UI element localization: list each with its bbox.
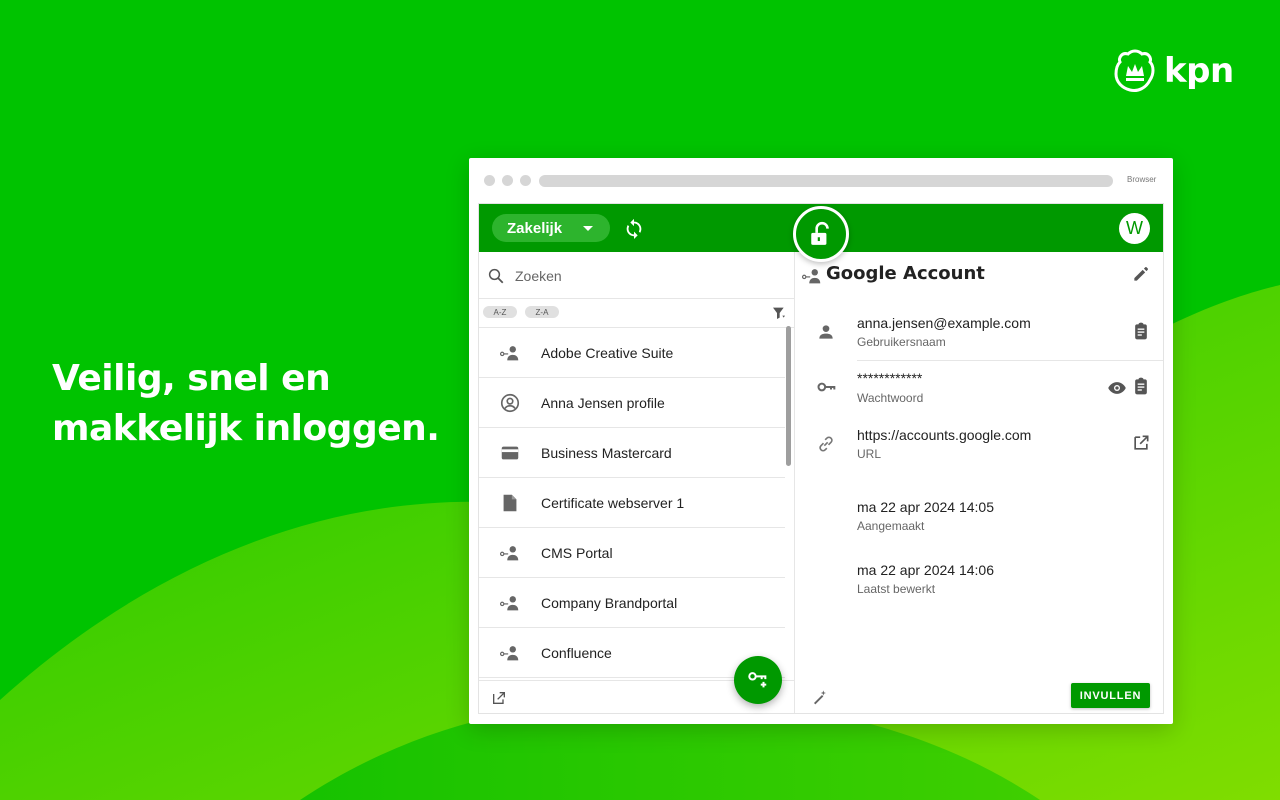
browser-address-bar[interactable] [539,175,1113,187]
url-label: URL [857,447,882,461]
headline: Veilig, snel en makkelijk inloggen. [52,354,452,454]
brand-name: kpn [1164,51,1234,91]
list-item-label: CMS Portal [541,544,613,561]
show-password-icon[interactable] [1107,378,1127,398]
list-item-label: Anna Jensen profile [541,394,665,411]
add-key-icon [748,672,767,688]
item-list-panel: A-Z Z-A Adobe Creative Suite [479,252,795,713]
list-item[interactable]: CMS Portal [479,528,785,578]
lock-button[interactable] [793,206,849,262]
list-item-label: Company Brandportal [541,594,678,611]
open-in-new-window-icon[interactable] [491,690,507,706]
user-avatar[interactable]: W [1119,213,1150,244]
window-dot-close[interactable] [484,175,495,186]
file-icon [503,494,517,512]
url-field: https://accounts.google.com URL [794,422,1163,472]
window-dot-minimize[interactable] [502,175,513,186]
edit-icon[interactable] [1131,264,1151,284]
vault-label: Zakelijk [507,219,563,237]
copy-username-icon[interactable] [1131,321,1151,341]
created-field: ma 22 apr 2024 14:05 Aangemaakt [794,494,1163,540]
password-field: ************ Wachtwoord [794,364,1163,414]
detail-footer: INVULLEN [794,680,1163,713]
detail-title: Google Account [826,263,985,284]
browser-toolbar: Browser [469,158,1173,202]
list-item[interactable]: Adobe Creative Suite [479,328,785,378]
person-icon [819,325,833,339]
credit-card-icon [501,446,519,460]
login-icon [499,546,519,561]
window-dot-maximize[interactable] [520,175,531,186]
profile-icon [500,393,520,413]
list-item-label: Certificate webserver 1 [541,494,685,511]
created-value: ma 22 apr 2024 14:05 [857,499,994,515]
password-manager-popup: Zakelijk W A-Z Z-A [478,203,1164,714]
modified-field: ma 22 apr 2024 14:06 Laatst bewerkt [794,557,1163,603]
sync-icon[interactable] [623,217,645,239]
login-icon [801,269,821,284]
username-value[interactable]: anna.jensen@example.com [857,315,1031,331]
headline-line-2: makkelijk inloggen. [52,408,440,449]
link-icon [819,436,833,452]
list-item[interactable]: Business Mastercard [479,428,785,478]
password-value[interactable]: ************ [857,370,922,386]
list-item[interactable]: Company Brandportal [479,578,785,628]
sort-desc-label: Z-A [535,307,549,317]
item-detail-panel: Google Account anna.jensen@example.com G… [794,252,1163,713]
headline-line-1: Veilig, snel en [52,358,331,399]
unlocked-padlock-icon [811,221,829,245]
browser-label: Browser [1127,175,1157,184]
sort-desc-button[interactable]: Z-A [525,306,559,318]
item-list: Adobe Creative Suite Anna Jensen profile… [479,328,785,680]
search-input[interactable] [513,261,777,291]
login-icon [499,596,519,611]
list-item-label: Confluence [541,644,612,661]
username-field: anna.jensen@example.com Gebruikersnaam [794,310,1163,360]
fill-button[interactable]: INVULLEN [1071,683,1150,708]
open-url-icon[interactable] [1131,433,1151,453]
sort-asc-label: A-Z [493,307,507,317]
password-label: Wachtwoord [857,391,924,405]
list-item[interactable]: Anna Jensen profile [479,378,785,428]
filter-icon[interactable] [771,305,787,321]
sort-bar: A-Z Z-A [479,299,794,328]
list-item[interactable]: Certificate webserver 1 [479,478,785,528]
list-item-label: Adobe Creative Suite [541,344,674,361]
list-scrollbar[interactable] [786,326,791,466]
crown-icon [1114,49,1155,92]
modified-value: ma 22 apr 2024 14:06 [857,562,994,578]
url-value[interactable]: https://accounts.google.com [857,427,1031,443]
search-bar [479,252,794,299]
vault-selector[interactable]: Zakelijk [492,214,610,242]
caret-down-icon [583,226,593,231]
sort-asc-button[interactable]: A-Z [483,306,517,318]
login-icon [499,346,519,361]
search-icon [488,268,504,284]
copy-password-icon[interactable] [1131,376,1151,396]
field-divider [857,360,1163,361]
detail-header: Google Account [794,252,1163,298]
modified-label: Laatst bewerkt [857,582,936,596]
list-item-label: Business Mastercard [541,444,672,461]
username-label: Gebruikersnaam [857,335,946,349]
add-item-button[interactable] [734,656,782,704]
key-icon [817,382,836,392]
login-icon [499,646,519,661]
magic-wand-icon[interactable] [812,689,828,705]
kpn-logo: kpn [1112,48,1234,94]
created-label: Aangemaakt [857,519,925,533]
